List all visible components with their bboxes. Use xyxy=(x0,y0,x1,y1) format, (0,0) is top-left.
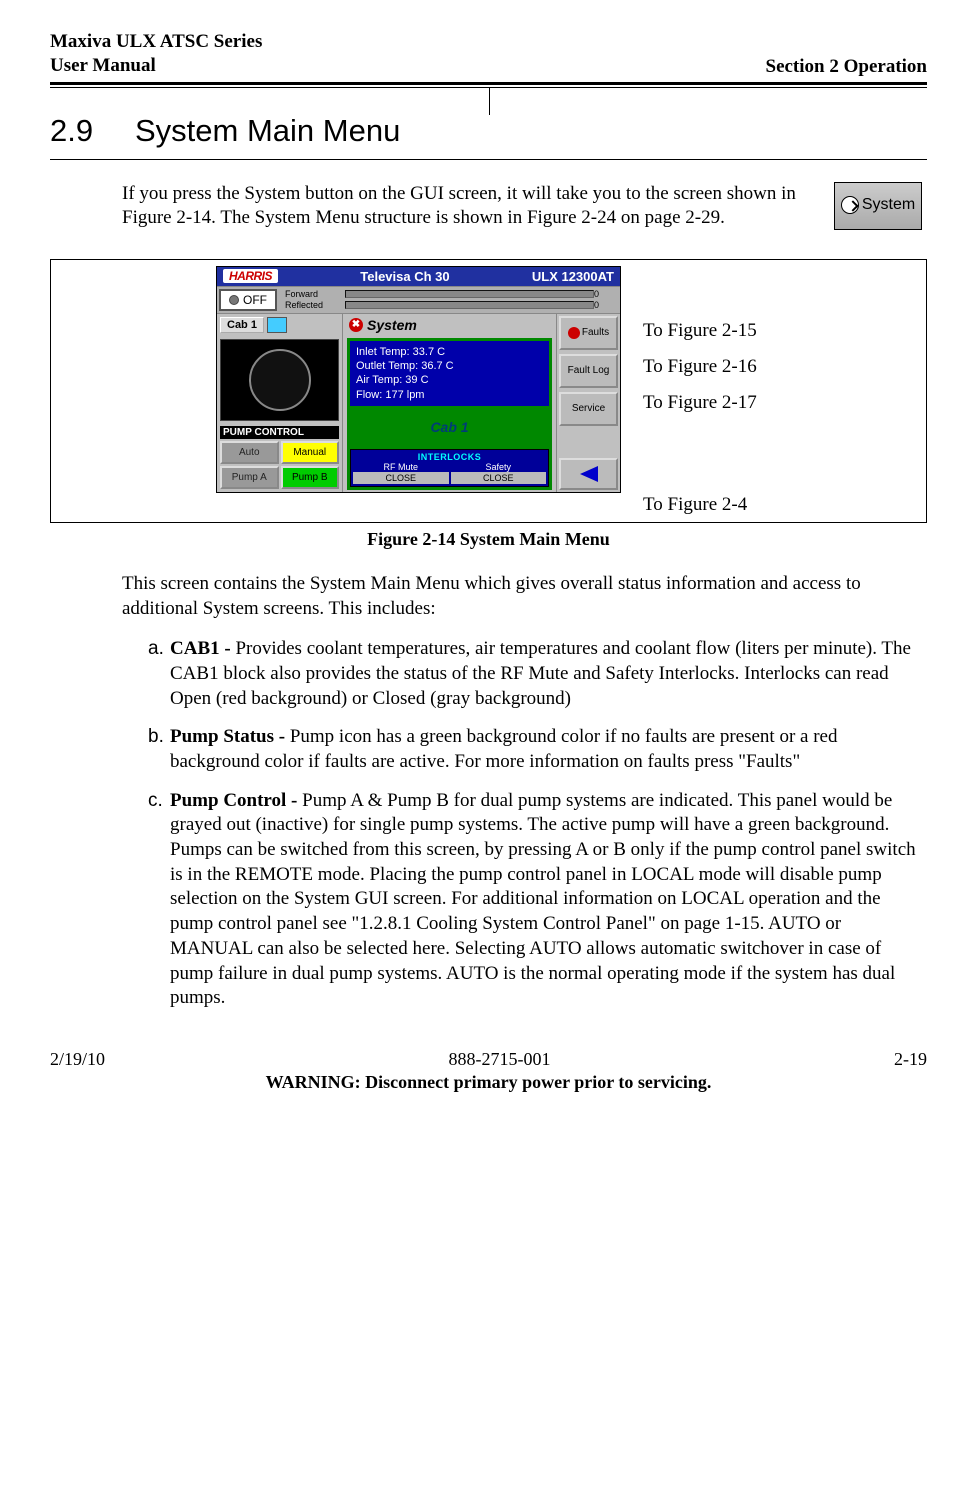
power-dot-icon xyxy=(229,295,239,305)
cab1-panel: Inlet Temp: 33.7 C Outlet Temp: 36.7 C A… xyxy=(347,338,552,490)
system-header: ✖ System xyxy=(343,314,556,336)
forward-bar xyxy=(345,290,594,298)
body-paragraph: This screen contains the System Main Men… xyxy=(122,572,927,621)
footer-page: 2-19 xyxy=(894,1049,927,1070)
system-button-label: System xyxy=(862,195,915,216)
faults-label: Faults xyxy=(582,327,609,338)
pump-control-label: PUMP CONTROL xyxy=(220,426,339,439)
temperature-box: Inlet Temp: 33.7 C Outlet Temp: 36.7 C A… xyxy=(350,341,549,406)
section-heading: 2.9 System Main Menu xyxy=(50,113,927,160)
gui-right-column: Faults Fault Log Service xyxy=(556,314,620,492)
header-product: Maxiva ULX ATSC Series User Manual xyxy=(50,30,262,78)
system-icon xyxy=(841,196,859,214)
system-label: System xyxy=(367,317,417,333)
product-line1: Maxiva ULX ATSC Series xyxy=(50,30,262,54)
gui-main-area: Cab 1 PUMP CONTROL Auto Manual Pump A Pu xyxy=(217,314,620,492)
fault-log-button[interactable]: Fault Log xyxy=(559,354,618,388)
gui-channel: Televisa Ch 30 xyxy=(360,269,449,284)
intro-paragraph: If you press the System button on the GU… xyxy=(122,182,827,231)
annotation-service: To Figure 2-17 xyxy=(643,392,757,414)
figure-annotations: To Figure 2-15 To Figure 2-16 To Figure … xyxy=(643,266,757,516)
marker-c: c. xyxy=(148,789,170,1011)
cab-label: Cab 1 xyxy=(350,406,549,449)
item-a-bold: CAB1 - xyxy=(170,638,235,659)
marker-a: a. xyxy=(148,637,170,711)
item-b-bold: Pump Status - xyxy=(170,726,290,747)
fault-icon xyxy=(568,327,580,339)
service-label: Service xyxy=(572,403,605,414)
rf-mute-label: RF Mute xyxy=(353,462,449,472)
gui-left-column: Cab 1 PUMP CONTROL Auto Manual Pump A Pu xyxy=(217,314,343,492)
header-rule-thick xyxy=(50,82,927,85)
header-section: Section 2 Operation xyxy=(766,56,928,78)
pump-b-button[interactable]: Pump B xyxy=(281,466,340,489)
gui-center-column: ✖ System Inlet Temp: 33.7 C Outlet Temp:… xyxy=(343,314,556,492)
page-footer: 2/19/10 888-2715-001 2-19 WARNING: Disco… xyxy=(50,1049,927,1093)
manual-button[interactable]: Manual xyxy=(281,441,340,464)
spacer xyxy=(557,428,620,456)
fwd-ref-meters: Forward 0 Reflected 0 xyxy=(279,287,620,313)
page-header: Maxiva ULX ATSC Series User Manual Secti… xyxy=(50,30,927,82)
intro-text: If you press the System button on the GU… xyxy=(122,183,796,229)
interlocks-box: INTERLOCKS RF Mute Safety CLOSE CLOSE xyxy=(350,449,549,487)
faults-button[interactable]: Faults xyxy=(559,316,618,350)
tab-row: Cab 1 xyxy=(217,314,342,336)
auto-button[interactable]: Auto xyxy=(220,441,279,464)
footer-docnum: 888-2715-001 xyxy=(449,1049,551,1070)
air-temp: Air Temp: 39 C xyxy=(356,373,543,387)
marker-b: b. xyxy=(148,725,170,774)
brand-logo: HARRIS xyxy=(223,269,278,283)
home-icon[interactable] xyxy=(267,317,287,333)
service-button[interactable]: Service xyxy=(559,392,618,426)
safety-status: CLOSE xyxy=(451,472,547,484)
annotation-faultlog: To Figure 2-16 xyxy=(643,356,757,378)
gui-screenshot: HARRIS Televisa Ch 30 ULX 12300AT OFF Fo… xyxy=(216,266,621,493)
outlet-temp: Outlet Temp: 36.7 C xyxy=(356,359,543,373)
item-c-text: Pump A & Pump B for dual pump systems ar… xyxy=(170,790,916,1009)
footer-warning: WARNING: Disconnect primary power prior … xyxy=(50,1072,927,1093)
reflected-label: Reflected xyxy=(285,300,345,310)
figure-container: HARRIS Televisa Ch 30 ULX 12300AT OFF Fo… xyxy=(50,259,927,523)
rf-mute-status: CLOSE xyxy=(353,472,449,484)
gui-status-row: OFF Forward 0 Reflected 0 xyxy=(217,286,620,314)
section-title: System Main Menu xyxy=(135,113,400,149)
gui-model: ULX 12300AT xyxy=(532,269,614,284)
pump-a-button[interactable]: Pump A xyxy=(220,466,279,489)
header-rule-thin xyxy=(50,87,927,88)
forward-value: 0 xyxy=(594,289,614,299)
figure-caption: Figure 2-14 System Main Menu xyxy=(50,529,927,550)
list-item-c: c. Pump Control - Pump A & Pump B for du… xyxy=(148,789,927,1011)
product-line2: User Manual xyxy=(50,54,262,78)
power-status[interactable]: OFF xyxy=(219,289,277,311)
system-button[interactable]: System xyxy=(834,182,922,230)
feature-list: a. CAB1 - Provides coolant temperatures,… xyxy=(148,637,927,1011)
safety-label: Safety xyxy=(451,462,547,472)
forward-label: Forward xyxy=(285,289,345,299)
annotation-faults: To Figure 2-15 xyxy=(643,320,757,342)
x-icon: ✖ xyxy=(349,318,363,332)
reflected-bar xyxy=(345,301,594,309)
gui-title-bar: HARRIS Televisa Ch 30 ULX 12300AT xyxy=(217,267,620,286)
compass-icon xyxy=(249,349,311,411)
pump-status-panel xyxy=(220,339,339,421)
back-button[interactable] xyxy=(559,458,618,490)
section-number: 2.9 xyxy=(50,113,135,149)
list-item-b: b. Pump Status - Pump icon has a green b… xyxy=(148,725,927,774)
pump-control-panel: PUMP CONTROL Auto Manual Pump A Pump B xyxy=(217,424,342,492)
annotation-back: To Figure 2-4 xyxy=(643,494,757,516)
interlocks-title: INTERLOCKS xyxy=(353,452,546,462)
flow: Flow: 177 lpm xyxy=(356,388,543,402)
item-a-text: Provides coolant temperatures, air tempe… xyxy=(170,638,911,708)
fault-log-label: Fault Log xyxy=(568,365,610,376)
reflected-value: 0 xyxy=(594,300,614,310)
list-item-a: a. CAB1 - Provides coolant temperatures,… xyxy=(148,637,927,711)
cab1-tab[interactable]: Cab 1 xyxy=(220,317,264,333)
item-c-bold: Pump Control - xyxy=(170,790,302,811)
inlet-temp: Inlet Temp: 33.7 C xyxy=(356,345,543,359)
footer-date: 2/19/10 xyxy=(50,1049,105,1070)
power-label: OFF xyxy=(243,293,267,307)
